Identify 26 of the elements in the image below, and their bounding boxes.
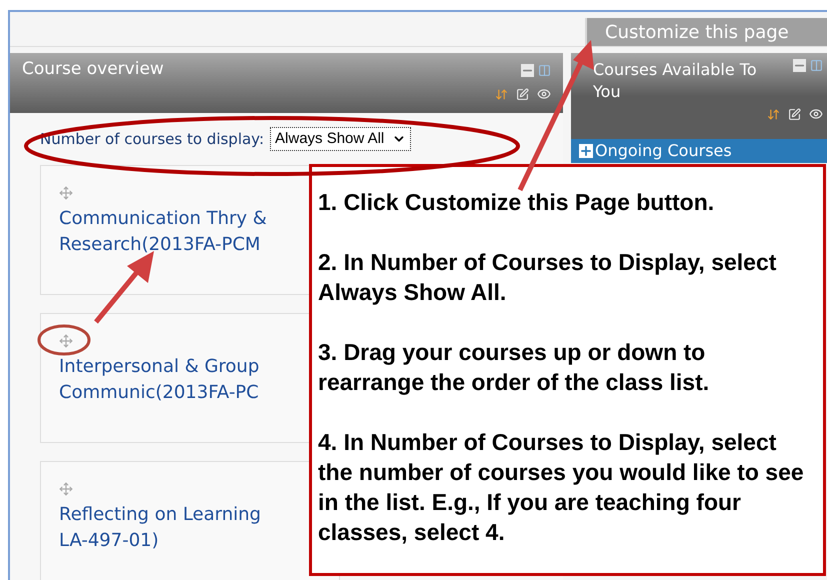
- dock-icon[interactable]: [810, 59, 823, 72]
- instruction-step: 4. In Number of Courses to Display, select the number of courses you would like to see in the list. E.g., If you are teaching four classes, select 4.: [318, 427, 817, 547]
- highlight-circle: [38, 324, 90, 356]
- course-link[interactable]: Reflecting on Learning LA-497-01): [59, 502, 261, 554]
- dock-icon[interactable]: [538, 64, 551, 76]
- course-link[interactable]: Interpersonal & Group Communic(2013FA-PC: [59, 354, 260, 406]
- block-title: Course overview: [22, 58, 164, 82]
- instruction-step: 3. Drag your courses up or down to rearrange the order of the class list.: [318, 337, 817, 397]
- instruction-step: 2. In Number of Courses to Display, select Always Show All.: [318, 247, 817, 307]
- minimize-icon[interactable]: [793, 59, 806, 72]
- drag-handle-icon[interactable]: [59, 186, 73, 200]
- sort-icon[interactable]: [495, 88, 508, 100]
- eye-icon[interactable]: [537, 87, 551, 101]
- eye-icon[interactable]: [809, 107, 823, 121]
- expand-icon: [579, 144, 593, 158]
- edit-icon[interactable]: [516, 88, 529, 100]
- course-link[interactable]: Communication Thry & Research(2013FA-PCM: [59, 206, 267, 258]
- drag-handle-icon[interactable]: [59, 334, 73, 348]
- block-title: Courses Available To You: [593, 59, 758, 103]
- drag-handle-icon[interactable]: [59, 482, 73, 496]
- instruction-step: 1. Click Customize this Page button.: [318, 187, 817, 217]
- category-row[interactable]: Ongoing Courses: [571, 139, 827, 163]
- minimize-icon[interactable]: [521, 64, 534, 76]
- edit-icon[interactable]: [788, 108, 801, 120]
- sort-icon[interactable]: [767, 108, 780, 120]
- courses-select[interactable]: Always Show All: [270, 127, 412, 151]
